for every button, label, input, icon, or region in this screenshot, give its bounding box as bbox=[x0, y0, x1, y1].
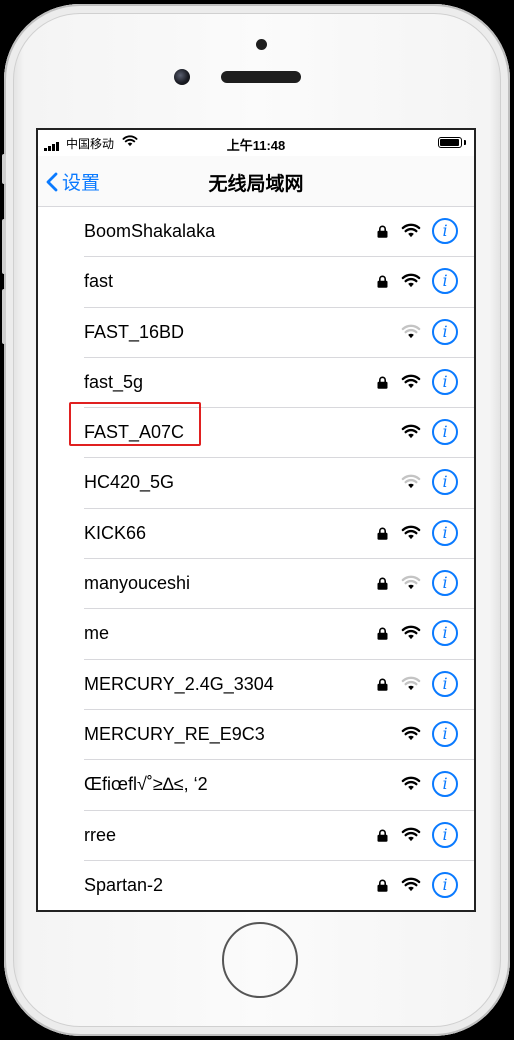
network-row[interactable]: manyouceshi i bbox=[38, 559, 474, 610]
info-icon[interactable]: i bbox=[432, 871, 458, 898]
info-icon[interactable]: i bbox=[432, 620, 458, 647]
lock-icon bbox=[377, 376, 388, 389]
info-icon[interactable]: i bbox=[432, 268, 458, 295]
network-name: KICK66 bbox=[84, 522, 147, 543]
network-row[interactable]: HC420_5G i bbox=[38, 458, 474, 510]
network-name: BoomShakalaka bbox=[84, 221, 216, 241]
wifi-icon bbox=[401, 272, 421, 293]
battery-icon bbox=[438, 137, 462, 148]
network-row[interactable]: fast_5g i bbox=[38, 358, 474, 409]
network-name: Œfiœfl√˚≥∆≤, ‘2 bbox=[84, 774, 208, 795]
network-name: fast_5g bbox=[84, 371, 144, 392]
info-icon[interactable]: i bbox=[432, 821, 458, 848]
info-icon[interactable]: i bbox=[432, 720, 458, 747]
sensor-dot bbox=[256, 39, 267, 50]
info-icon[interactable]: i bbox=[432, 419, 458, 446]
front-camera bbox=[174, 69, 190, 85]
wifi-icon bbox=[401, 775, 421, 796]
network-row[interactable]: Œfiœfl√˚≥∆≤, ‘2 i bbox=[38, 760, 474, 811]
network-name: Spartan-2 bbox=[84, 874, 164, 895]
navigation-bar: 设置 无线局域网 bbox=[38, 156, 474, 207]
info-icon[interactable]: i bbox=[432, 469, 458, 496]
network-name: FAST_16BD bbox=[84, 321, 185, 342]
lock-icon bbox=[377, 829, 388, 842]
clock: 上午11:48 bbox=[226, 138, 286, 153]
wifi-icon bbox=[401, 574, 421, 595]
wifi-icon bbox=[401, 473, 421, 494]
mute-switch bbox=[2, 154, 6, 184]
info-icon[interactable]: i bbox=[432, 218, 458, 244]
volume-down-button bbox=[2, 289, 6, 344]
network-row[interactable]: FAST_16BD i bbox=[38, 308, 474, 359]
wifi-icon bbox=[401, 323, 421, 344]
screen: 中国移动 上午11:48 设置 无线局域网 BoomShakalaka i fast… bbox=[36, 128, 476, 912]
wifi-icon bbox=[401, 423, 421, 444]
network-name: rree bbox=[84, 824, 117, 845]
home-button[interactable] bbox=[222, 922, 298, 998]
lock-icon bbox=[377, 275, 388, 289]
info-icon[interactable]: i bbox=[432, 519, 458, 546]
wifi-icon bbox=[401, 725, 421, 746]
wifi-icon bbox=[401, 222, 421, 243]
wifi-icon bbox=[401, 826, 421, 847]
network-name: MERCURY_2.4G_3304 bbox=[84, 673, 274, 694]
network-list: BoomShakalaka i fast i FAST_16BD i fast_5g i FAS… bbox=[38, 207, 474, 910]
wifi-icon bbox=[401, 373, 421, 394]
network-row[interactable]: fast i bbox=[38, 257, 474, 308]
wifi-icon bbox=[401, 675, 421, 696]
network-name: me bbox=[84, 623, 110, 644]
network-row[interactable]: BoomShakalaka i bbox=[38, 207, 474, 258]
lock-icon bbox=[377, 678, 388, 691]
lock-icon bbox=[377, 627, 388, 641]
info-icon[interactable]: i bbox=[432, 368, 458, 395]
wifi-icon bbox=[401, 876, 421, 897]
battery-cap bbox=[464, 140, 466, 145]
lock-icon bbox=[377, 225, 388, 238]
info-icon[interactable]: i bbox=[432, 771, 458, 798]
highlight-box bbox=[69, 402, 201, 446]
info-icon[interactable]: i bbox=[432, 570, 458, 597]
network-row[interactable]: MERCURY_RE_E9C3 i bbox=[38, 710, 474, 761]
info-icon[interactable]: i bbox=[432, 670, 458, 697]
network-row[interactable]: KICK66 i bbox=[38, 509, 474, 560]
network-row[interactable]: rree i bbox=[38, 811, 474, 862]
network-name: fast bbox=[84, 271, 114, 292]
network-row[interactable]: MERCURY_2.4G_3304 i bbox=[38, 660, 474, 711]
earpiece-speaker bbox=[221, 71, 301, 83]
lock-icon bbox=[377, 879, 388, 892]
network-name: manyouceshi bbox=[84, 573, 191, 594]
wifi-icon bbox=[401, 624, 421, 645]
network-row[interactable]: me i bbox=[38, 609, 474, 660]
info-icon[interactable]: i bbox=[432, 318, 458, 345]
network-name: MERCURY_RE_E9C3 bbox=[84, 723, 265, 744]
lock-icon bbox=[377, 527, 388, 540]
network-name: HC420_5G bbox=[84, 472, 175, 493]
volume-up-button bbox=[2, 219, 6, 274]
page-title: 无线局域网 bbox=[208, 174, 304, 195]
lock-icon bbox=[377, 577, 388, 590]
wifi-icon bbox=[401, 524, 421, 545]
status-bar: 中国移动 上午11:48 bbox=[38, 130, 474, 156]
network-row[interactable]: Spartan-2 i bbox=[38, 861, 474, 910]
